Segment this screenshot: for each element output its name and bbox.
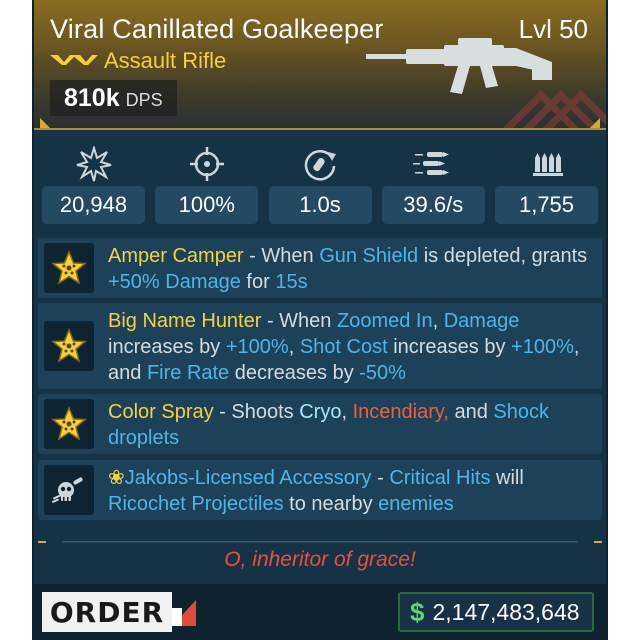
- perk-keyword: Gun Shield: [319, 245, 419, 267]
- perk-keyword: +100%: [511, 336, 574, 358]
- perk-description: Big Name Hunter - When Zoomed In, Damage…: [108, 308, 592, 386]
- perk-big-name-hunter: Big Name Hunter - When Zoomed In, Damage…: [38, 303, 602, 389]
- perk-text-segment: increases by: [108, 336, 226, 358]
- perk-text-segment: decreases by: [229, 362, 360, 384]
- rarity-chevron-icon: [50, 55, 98, 65]
- assault-rifle-icon: [366, 38, 552, 94]
- perk-text-segment: - Shoots: [213, 401, 300, 423]
- card-footer: ORDER $ 2,147,483,648: [34, 584, 606, 640]
- perk-text-segment: - When: [243, 245, 320, 267]
- perk-name: Amper Camper: [108, 245, 244, 267]
- perk-text-segment: will: [490, 467, 524, 489]
- accuracy-crosshair-icon: [189, 147, 224, 181]
- perk-text-segment: for: [240, 271, 276, 293]
- perk-color-spray: Color Spray - Shoots Cryo, Incendiary, a…: [38, 394, 602, 454]
- stat-damage: 20,948: [42, 142, 145, 226]
- perk-keyword: Ricochet Projectiles: [108, 493, 284, 515]
- reload-time-icon: [304, 150, 336, 181]
- dps-unit: DPS: [125, 90, 163, 110]
- perk-keyword-incendiary: Incendiary,: [352, 401, 449, 423]
- perk-text-segment: increases by: [387, 336, 512, 358]
- star-perk-icon: [44, 321, 94, 371]
- stat-magazine: 1,755: [495, 142, 598, 226]
- stat-accuracy: 100%: [155, 142, 259, 226]
- stat-accuracy-value: 100%: [155, 186, 259, 224]
- weapon-type: Assault Rifle: [104, 48, 227, 73]
- perk-jakobs-licensed-accessory: ❀Jakobs-Licensed Accessory - Critical Hi…: [38, 460, 602, 520]
- currency-dollar-icon: $: [410, 596, 425, 627]
- perk-name: Color Spray: [108, 401, 214, 423]
- star-perk-icon: [44, 243, 94, 293]
- star-perk-icon: [44, 399, 94, 449]
- perk-keyword: 15s: [275, 271, 308, 293]
- dps-badge: 810k DPS: [50, 80, 177, 116]
- perk-text-segment: and: [448, 401, 494, 423]
- skull-bullet-icon: [44, 465, 94, 515]
- perk-name: Big Name Hunter: [108, 310, 262, 332]
- perk-text-segment: ,: [288, 336, 300, 358]
- stat-fire-rate: 39.6/s: [381, 142, 485, 226]
- perk-description: ❀Jakobs-Licensed Accessory - Critical Hi…: [108, 465, 592, 517]
- perk-keyword: +50% Damage: [108, 271, 241, 293]
- perk-keyword: +100%: [225, 336, 289, 358]
- stat-damage-value: 20,948: [42, 186, 145, 224]
- fire-rate-bullets-icon: [413, 152, 450, 175]
- perk-keyword-cryo: Cryo: [299, 401, 342, 423]
- perk-keyword: -50%: [359, 362, 406, 384]
- perk-keyword: enemies: [378, 493, 454, 515]
- damage-burst-icon: [76, 146, 111, 182]
- weapon-name: Viral Canillated Goalkeeper: [50, 14, 384, 44]
- perk-text-segment: to nearby: [283, 493, 379, 515]
- perk-name: Jakobs-Licensed Accessory: [124, 467, 372, 489]
- flavor-divider: [38, 541, 602, 543]
- perk-keyword: Shot Cost: [299, 336, 388, 358]
- stat-magazine-value: 1,755: [495, 186, 598, 224]
- stat-reload: 1.0s: [268, 142, 372, 226]
- weapon-header: Viral Canillated Goalkeeper Lvl 50 Assau…: [34, 0, 606, 130]
- perk-text-segment: - When: [261, 310, 337, 332]
- perk-text-segment: -: [371, 467, 390, 489]
- perk-keyword: droplets: [108, 427, 180, 449]
- perk-description: Amper Camper - When Gun Shield is deplet…: [108, 243, 592, 295]
- perk-amper-camper: Amper Camper - When Gun Shield is deplet…: [38, 238, 602, 298]
- perk-keyword: Critical Hits: [389, 467, 491, 489]
- corner-tick-decoration: [40, 118, 50, 128]
- perk-description: Color Spray - Shoots Cryo, Incendiary, a…: [108, 399, 592, 451]
- price-value: 2,147,483,648: [432, 598, 580, 625]
- perk-keyword: Fire Rate: [146, 362, 230, 384]
- perk-text-segment: is depleted, grants: [418, 245, 588, 267]
- perk-keyword: Zoomed In: [336, 310, 433, 332]
- jakobs-flower-icon: ❀: [108, 467, 125, 489]
- perk-keyword-shock: Shock: [493, 401, 550, 423]
- perk-text-segment: ,: [432, 310, 444, 332]
- manufacturer-mark-icon: [172, 600, 196, 626]
- magazine-ammo-icon: [532, 153, 563, 176]
- flavor-text: O, inheritor of grace!: [224, 548, 416, 571]
- perk-keyword: Damage: [443, 310, 520, 332]
- dps-value: 810k: [64, 84, 120, 112]
- manufacturer-logo: ORDER: [42, 592, 172, 632]
- price-badge: $ 2,147,483,648: [398, 592, 594, 632]
- perk-text-segment: ,: [341, 401, 353, 423]
- stat-reload-value: 1.0s: [268, 186, 372, 224]
- corner-tick-decoration: [590, 118, 600, 128]
- weapon-card: Viral Canillated Goalkeeper Lvl 50 Assau…: [32, 0, 608, 640]
- stat-fire-rate-value: 39.6/s: [381, 186, 485, 224]
- weapon-stats-row: 20,948 100% 1.0s 39.6/s 1,755: [42, 142, 598, 226]
